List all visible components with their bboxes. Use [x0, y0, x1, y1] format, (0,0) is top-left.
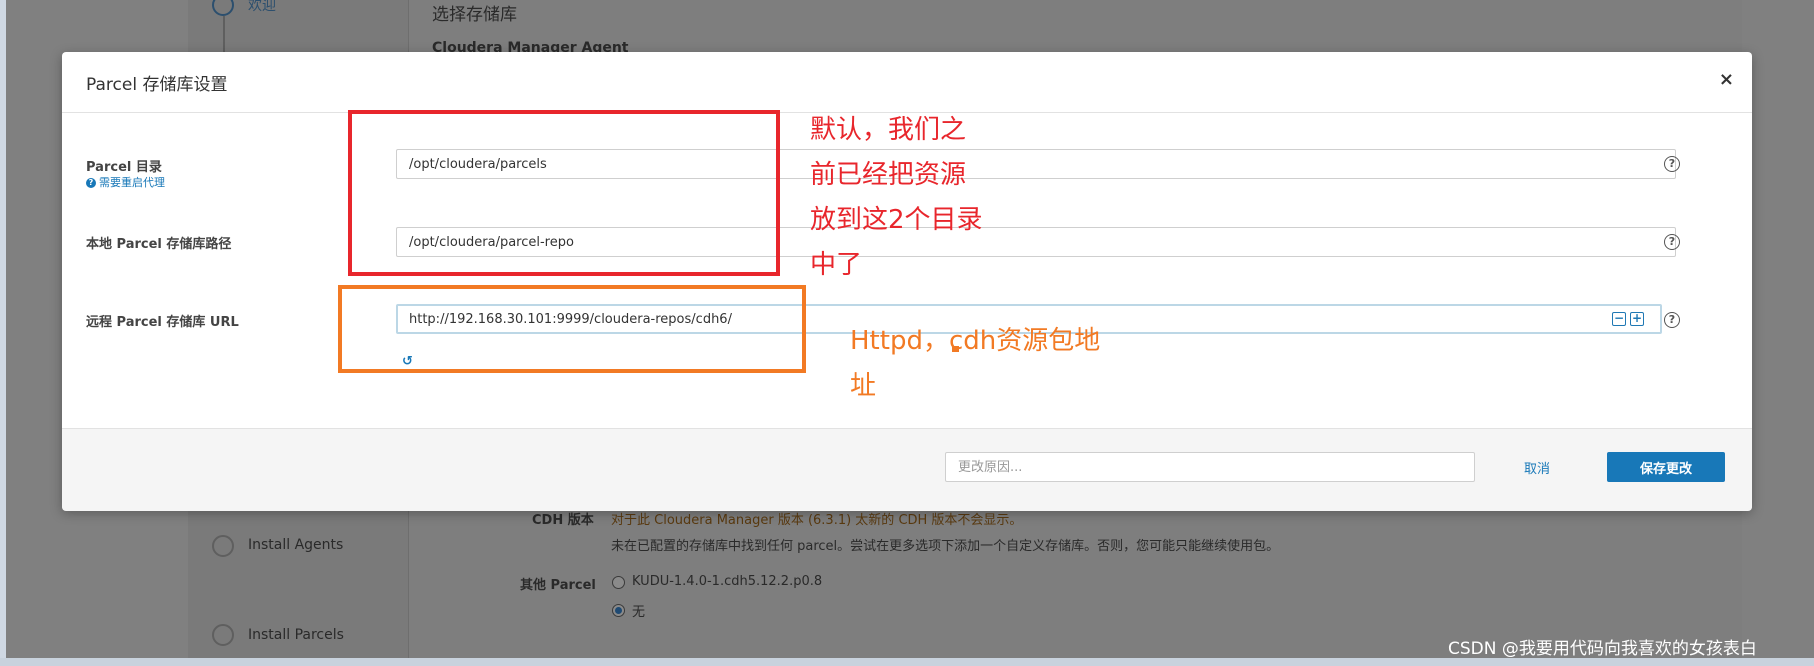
orange-annotation-line: 址 [850, 371, 877, 401]
change-reason-input[interactable] [945, 452, 1475, 482]
remote-repo-url-help-icon[interactable]: ? [1664, 312, 1680, 328]
step-welcome-label: 欢迎 [248, 0, 276, 14]
modal-header: Parcel 存储库设置 × [62, 52, 1752, 113]
orange-annotation-box [338, 285, 806, 373]
question-icon: ? [86, 178, 96, 188]
red-annotation-line: 默认，我们之 [810, 115, 967, 145]
local-repo-path-label: 本地 Parcel 存储库路径 [86, 237, 232, 252]
save-changes-button[interactable]: 保存更改 [1607, 452, 1725, 482]
other-parcel-option-none: 无 [632, 605, 646, 620]
orange-annotation-text: Httpd，cdh资源包地 址 [850, 319, 1100, 409]
parcel-dir-label: Parcel 目录 [86, 160, 162, 175]
restart-agent-hint-text: 需要重启代理 [99, 176, 165, 189]
step-install-parcels[interactable]: Install Parcels [248, 627, 344, 643]
csdn-watermark: CSDN @我要用代码向我喜欢的女孩表白 [1448, 639, 1757, 659]
close-icon[interactable]: × [1719, 69, 1734, 90]
restart-agent-hint[interactable]: ? 需要重启代理 [86, 174, 165, 190]
modal-title: Parcel 存储库设置 [86, 75, 228, 95]
red-annotation-line: 中了 [810, 250, 863, 280]
page-bottom-strip [0, 658, 1814, 666]
remove-url-icon[interactable]: − [1612, 312, 1626, 326]
parcel-dir-help-icon[interactable]: ? [1664, 156, 1680, 172]
step-install-agents-circle [212, 535, 234, 557]
other-parcel-label: 其他 Parcel [520, 578, 596, 593]
section-title: 选择存储库 [432, 5, 517, 25]
cancel-button[interactable]: 取消 [1524, 458, 1550, 477]
other-parcel-option-kudu: KUDU-1.4.0-1.cdh5.12.2.p0.8 [632, 574, 823, 589]
cdh-version-label: CDH 版本 [532, 513, 594, 528]
other-parcel-radio-none[interactable] [612, 604, 625, 617]
red-annotation-box [348, 110, 780, 276]
other-parcel-radio-kudu[interactable] [612, 576, 625, 589]
red-annotation-line: 放到这2个目录 [810, 205, 983, 235]
step-install-parcels-circle [212, 624, 234, 646]
step-install-agents[interactable]: Install Agents [248, 537, 343, 553]
cdh-version-info: 未在已配置的存储库中找到任何 parcel。尝试在更多选项下添加一个自定义存储库… [611, 539, 1280, 554]
red-annotation-text: 默认，我们之 前已经把资源 放到这2个目录 中了 [810, 108, 983, 288]
local-repo-path-help-icon[interactable]: ? [1664, 234, 1680, 250]
cdh-version-warning: 对于此 Cloudera Manager 版本 (6.3.1) 太新的 CDH … [611, 513, 1023, 528]
step-connector-line [223, 16, 225, 52]
add-url-icon[interactable]: + [1630, 312, 1644, 326]
orange-annotation-line: Httpd，cdh资源包地 [850, 326, 1101, 356]
red-annotation-line: 前已经把资源 [810, 160, 967, 190]
remote-repo-url-label: 远程 Parcel 存储库 URL [86, 315, 239, 330]
page-right-margin [1742, 0, 1814, 666]
modal-footer: 取消 保存更改 [62, 428, 1752, 511]
